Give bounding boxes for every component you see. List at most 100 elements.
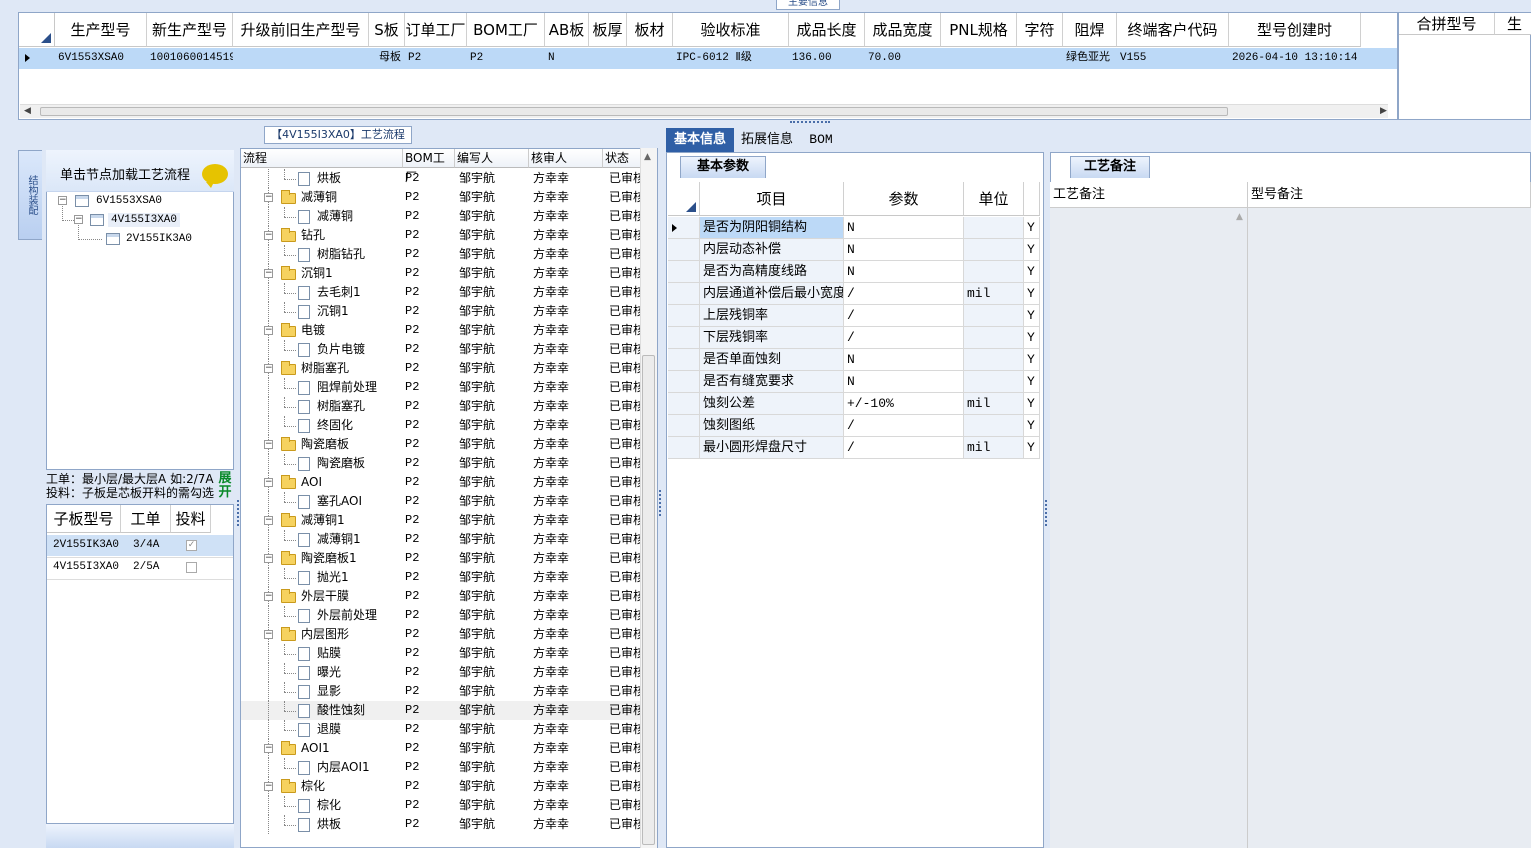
param-value[interactable]: / (844, 327, 964, 349)
table-cell[interactable]: 母板 (369, 48, 405, 69)
table-cell[interactable]: 10010600145198 (147, 48, 233, 69)
tree-node-root[interactable]: 6V1553XSA0 (96, 195, 162, 207)
splitter-grip[interactable] (237, 500, 239, 526)
flow-row[interactable]: − 减薄铜1 P2 邹宇航 方幸幸 已审核 (241, 511, 645, 530)
collapse-icon[interactable]: − (264, 478, 273, 487)
param-value[interactable]: N (844, 349, 964, 371)
flow-row[interactable]: 棕化 P2 邹宇航 方幸幸 已审核 (241, 796, 645, 815)
flow-row[interactable]: 烘板 P2 邹宇航 方幸幸 已审核 (241, 169, 645, 188)
col-header[interactable]: 板材 (627, 13, 673, 47)
collapse-icon[interactable]: − (264, 326, 273, 335)
scrollbar-thumb[interactable] (40, 107, 1228, 116)
collapse-icon[interactable]: − (264, 231, 273, 240)
flow-row[interactable]: 内层AOI1 P2 邹宇航 方幸幸 已审核 (241, 758, 645, 777)
flow-row[interactable]: 终固化 P2 邹宇航 方幸幸 已审核 (241, 416, 645, 435)
table-cell[interactable]: 绿色亚光 (1063, 48, 1117, 69)
flow-row[interactable]: 阻焊前处理 P2 邹宇航 方幸幸 已审核 (241, 378, 645, 397)
flow-row[interactable]: − 减薄铜 P2 邹宇航 方幸幸 已审核 (241, 188, 645, 207)
flow-row[interactable]: 曝光 P2 邹宇航 方幸幸 已审核 (241, 663, 645, 682)
flow-row[interactable]: 抛光1 P2 邹宇航 方幸幸 已审核 (241, 568, 645, 587)
col-header[interactable]: 核审人 (529, 149, 603, 168)
param-row[interactable]: 上层残铜率 / Y (668, 305, 1040, 327)
flow-row[interactable]: − 陶瓷磨板 P2 邹宇航 方幸幸 已审核 (241, 435, 645, 454)
flow-row[interactable]: 陶瓷磨板 P2 邹宇航 方幸幸 已审核 (241, 454, 645, 473)
col-header[interactable]: 成品宽度 (865, 13, 941, 47)
flow-row[interactable]: 退膜 P2 邹宇航 方幸幸 已审核 (241, 720, 645, 739)
table-cell[interactable] (627, 48, 673, 69)
table-cell[interactable]: 6V1553XSA0 (55, 48, 147, 69)
col-header[interactable]: 项目 (700, 182, 844, 216)
col-header[interactable]: 子板型号 (47, 505, 121, 533)
collapse-icon[interactable]: − (264, 516, 273, 525)
flow-row[interactable]: − 电镀 P2 邹宇航 方幸幸 已审核 (241, 321, 645, 340)
scroll-up-icon[interactable]: ▲ (1236, 212, 1243, 222)
process-remark-field[interactable] (1050, 208, 1248, 848)
checkbox-checked[interactable]: ✓ (186, 540, 197, 551)
table-cell[interactable] (941, 48, 1017, 69)
param-row[interactable]: 最小圆形焊盘尺寸 / mil Y (668, 437, 1040, 459)
flow-row[interactable]: 贴膜 P2 邹宇航 方幸幸 已审核 (241, 644, 645, 663)
col-header[interactable]: BOM工厂 (467, 13, 545, 47)
param-value[interactable]: / (844, 437, 964, 459)
col-header[interactable]: AB板 (545, 13, 589, 47)
scrollbar-thumb[interactable] (642, 355, 655, 845)
collapse-icon[interactable]: − (264, 364, 273, 373)
splitter-grip[interactable] (1045, 500, 1047, 526)
param-row[interactable]: 蚀刻公差 +/-10% mil Y (668, 393, 1040, 415)
table-cell[interactable]: 2026-04-10 13:10:14 (1229, 48, 1361, 69)
param-row[interactable]: 蚀刻图纸 / Y (668, 415, 1040, 437)
process-remark-header[interactable]: 工艺备注 (1050, 182, 1248, 208)
scroll-right-icon[interactable]: ▶ (1380, 106, 1387, 116)
collapse-icon[interactable]: − (264, 269, 273, 278)
col-header[interactable]: 阻焊 (1063, 13, 1117, 47)
flow-row[interactable]: − AOI1 P2 邹宇航 方幸幸 已审核 (241, 739, 645, 758)
flow-row[interactable]: − 内层图形 P2 邹宇航 方幸幸 已审核 (241, 625, 645, 644)
flow-row[interactable]: 显影 P2 邹宇航 方幸幸 已审核 (241, 682, 645, 701)
table-cell[interactable]: N (545, 48, 589, 69)
param-value[interactable]: / (844, 305, 964, 327)
flow-row[interactable]: − 陶瓷磨板1 P2 邹宇航 方幸幸 已审核 (241, 549, 645, 568)
collapse-icon[interactable]: − (264, 744, 273, 753)
param-row[interactable]: 是否有缝宽要求 N Y (668, 371, 1040, 393)
collapse-icon[interactable]: − (264, 592, 273, 601)
flow-row[interactable]: 塞孔AOI P2 邹宇航 方幸幸 已审核 (241, 492, 645, 511)
flow-row[interactable]: 去毛刺1 P2 邹宇航 方幸幸 已审核 (241, 283, 645, 302)
flow-row[interactable]: − 树脂塞孔 P2 邹宇航 方幸幸 已审核 (241, 359, 645, 378)
flow-row[interactable]: − 棕化 P2 邹宇航 方幸幸 已审核 (241, 777, 645, 796)
col-header[interactable]: 成品长度 (789, 13, 865, 47)
table-cell[interactable] (589, 48, 627, 69)
col-header[interactable]: 流程 (241, 149, 403, 168)
splitter-grip[interactable] (790, 121, 830, 125)
flow-row[interactable]: − AOI P2 邹宇航 方幸幸 已审核 (241, 473, 645, 492)
flow-row[interactable]: 减薄铜1 P2 邹宇航 方幸幸 已审核 (241, 530, 645, 549)
param-row[interactable]: 内层动态补偿 N Y (668, 239, 1040, 261)
tab-extended-info[interactable]: 拓展信息 (734, 128, 800, 152)
splitter-grip[interactable] (659, 490, 661, 516)
scroll-up-icon[interactable]: ▲ (644, 152, 651, 162)
collapse-icon[interactable]: − (264, 554, 273, 563)
col-header[interactable]: 合拼型号 (1399, 13, 1495, 35)
flow-row[interactable]: 沉铜1 P2 邹宇航 方幸幸 已审核 (241, 302, 645, 321)
param-value[interactable]: / (844, 415, 964, 437)
model-remark-header[interactable]: 型号备注 (1248, 182, 1531, 208)
collapse-icon[interactable]: − (264, 782, 273, 791)
col-header[interactable]: 验收标准 (673, 13, 789, 47)
tree-node-leaf[interactable]: 2V155IK3A0 (126, 233, 192, 245)
param-value[interactable]: N (844, 217, 964, 239)
collapse-icon[interactable]: − (264, 630, 273, 639)
flow-row[interactable]: 酸性蚀刻 P2 邹宇航 方幸幸 已审核 (241, 701, 645, 720)
param-row[interactable]: 是否为阴阳铜结构 N Y (668, 217, 1040, 239)
collapse-icon[interactable]: − (74, 215, 83, 224)
structure-side-tab[interactable]: 结构装配 (18, 150, 42, 240)
col-header[interactable]: 订单工厂 (405, 13, 467, 47)
expand-button[interactable]: 展开 (215, 472, 235, 502)
flow-row[interactable]: − 钻孔 P2 邹宇航 方幸幸 已审核 (241, 226, 645, 245)
param-row[interactable]: 下层残铜率 / Y (668, 327, 1040, 349)
param-value[interactable]: N (844, 371, 964, 393)
table-cell[interactable] (1017, 48, 1063, 69)
param-value[interactable]: +/-10% (844, 393, 964, 415)
col-header[interactable]: 投料 (171, 505, 211, 533)
col-header[interactable]: 工单 (121, 505, 171, 533)
collapse-icon[interactable]: − (264, 193, 273, 202)
col-header[interactable]: PNL规格 (941, 13, 1017, 47)
